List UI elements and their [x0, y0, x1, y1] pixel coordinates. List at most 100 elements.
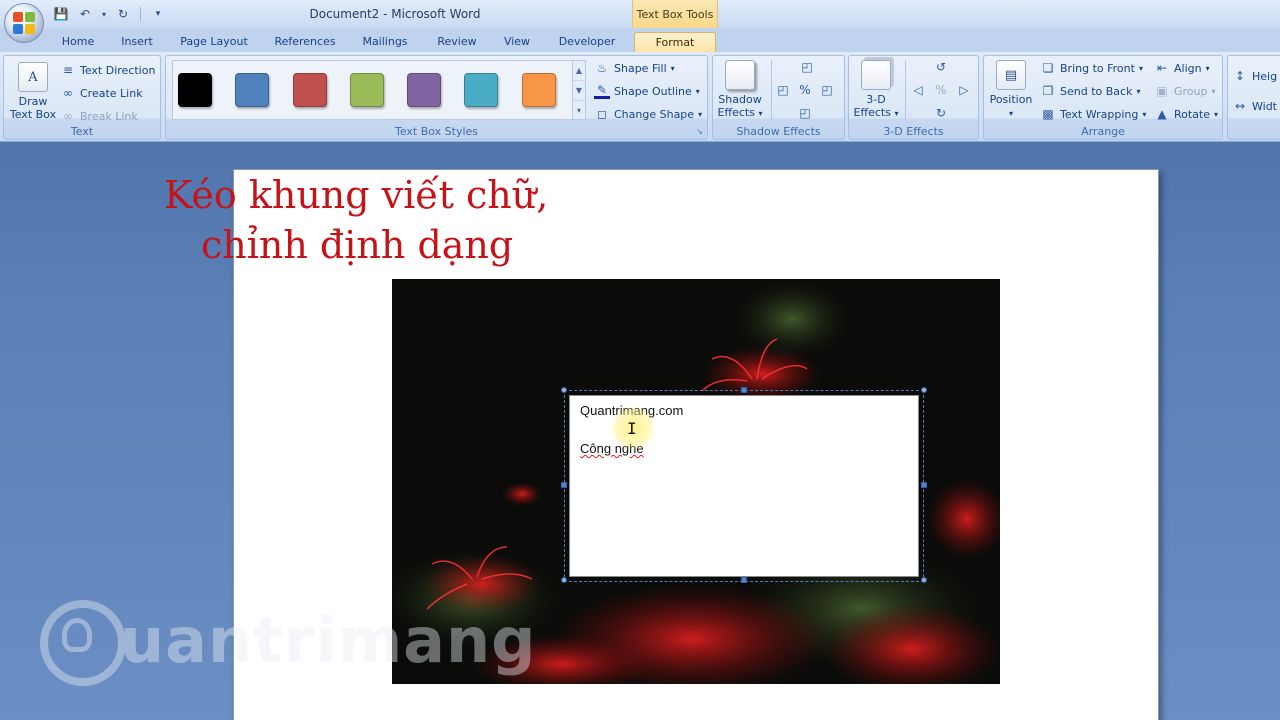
3d-toggle-icon[interactable]: %: [933, 82, 949, 98]
3d-effects-group-label: 3-D Effects: [883, 125, 944, 138]
resize-handle-bottom[interactable]: [741, 577, 747, 583]
group-label: Group: [1174, 84, 1208, 98]
style-swatch-blue[interactable]: [235, 73, 269, 107]
nudge-shadow-right-icon[interactable]: ◰: [819, 82, 835, 98]
lightbulb-icon: [62, 618, 92, 652]
shadow-effects-group-label: Shadow Effects: [736, 125, 821, 138]
bring-to-front-icon: ❏: [1042, 61, 1054, 75]
tilt-up-icon[interactable]: ↺: [933, 59, 949, 75]
tab-format[interactable]: Format: [634, 32, 716, 52]
width-field[interactable]: ↔ Widt: [1232, 98, 1277, 114]
shapes-icon: ◻: [597, 107, 607, 121]
shadow-toggle-icon[interactable]: %: [797, 82, 813, 98]
3d-effects-button[interactable]: 3-D Effects ▾: [851, 60, 901, 120]
text-wrapping-label: Text Wrapping: [1060, 107, 1139, 121]
create-link-label: Create Link: [80, 86, 143, 100]
dialog-launcher-icon[interactable]: ↘: [696, 127, 703, 136]
tab-mailings[interactable]: Mailings: [354, 32, 416, 52]
resize-handle-bottom-right[interactable]: [921, 577, 927, 583]
gallery-down-icon[interactable]: ▼: [573, 81, 585, 101]
break-link-button[interactable]: ∞ Break Link: [60, 108, 138, 124]
tab-references[interactable]: References: [266, 32, 344, 52]
position-button[interactable]: ▤ Position ▾: [986, 60, 1036, 120]
resize-handle-top-right[interactable]: [921, 387, 927, 393]
gallery-up-icon[interactable]: ▲: [573, 61, 585, 81]
text-group: A Draw Text Box ≡ Text Direction ∞ Creat…: [3, 55, 161, 140]
rotate-button[interactable]: ▲ Rotate ▾: [1154, 106, 1218, 122]
style-swatch-red[interactable]: [293, 73, 327, 107]
bring-to-front-button[interactable]: ❏ Bring to Front ▾: [1040, 60, 1143, 76]
office-logo-icon: [13, 12, 35, 34]
align-button[interactable]: ⇤ Align ▾: [1154, 60, 1210, 76]
office-button[interactable]: [4, 3, 44, 43]
resize-handle-top[interactable]: [741, 387, 747, 393]
tab-insert[interactable]: Insert: [112, 32, 162, 52]
text-direction-button[interactable]: ≡ Text Direction: [60, 62, 155, 78]
change-shape-button[interactable]: ◻ Change Shape ▾: [594, 106, 702, 122]
dropdown-arrow-icon: ▾: [698, 109, 703, 119]
text-box-tools-label: Text Box Tools: [632, 0, 718, 28]
shape-fill-button[interactable]: ♨ Shape Fill ▾: [594, 60, 675, 76]
dropdown-arrow-icon: ▾: [1205, 63, 1210, 73]
height-label: Heig: [1252, 69, 1278, 83]
resize-handle-left[interactable]: [561, 482, 567, 488]
resize-handle-right[interactable]: [921, 482, 927, 488]
tab-review[interactable]: Review: [428, 32, 486, 52]
dropdown-arrow-icon: ▾: [1142, 109, 1147, 119]
style-swatch-aqua[interactable]: [464, 73, 498, 107]
rotate-icon: ▲: [1157, 107, 1167, 121]
tilt-right-icon[interactable]: ▷: [956, 82, 972, 98]
break-link-icon: ∞: [63, 109, 73, 123]
position-label: Position: [989, 93, 1033, 106]
3d-cube-icon: [861, 60, 891, 90]
paint-bucket-icon: ♨: [596, 61, 608, 75]
gallery-more-icon[interactable]: ▾: [573, 101, 585, 121]
nudge-shadow-down-icon[interactable]: ◰: [797, 105, 813, 121]
text-wrapping-button[interactable]: ▩ Text Wrapping ▾: [1040, 106, 1146, 122]
rotate-label: Rotate: [1174, 107, 1211, 121]
shadow-effects-button[interactable]: Shadow Effects ▾: [715, 60, 765, 120]
style-swatch-orange[interactable]: [522, 73, 556, 107]
gallery-scrollbar[interactable]: ▲ ▼ ▾: [572, 60, 586, 120]
resize-handle-top-left[interactable]: [561, 387, 567, 393]
pen-icon: ✎: [594, 83, 610, 99]
dropdown-arrow-icon: ▾: [758, 109, 763, 118]
change-shape-label: Change Shape: [614, 107, 695, 121]
draw-text-box-button[interactable]: A Draw Text Box: [8, 62, 58, 121]
text-box-icon: A: [18, 62, 48, 92]
nudge-shadow-up-icon[interactable]: ◰: [799, 59, 815, 75]
tab-page-layout[interactable]: Page Layout: [172, 32, 256, 52]
shadow-effects-group: Shadow Effects ▾ ◰ ◰ % ◰ ◰ Shadow Effect…: [712, 55, 845, 140]
resize-handle-bottom-left[interactable]: [561, 577, 567, 583]
text-wrapping-icon: ▩: [1042, 107, 1054, 121]
arrange-group: ▤ Position ▾ ❏ Bring to Front ▾ ❐ Send t…: [983, 55, 1223, 140]
align-icon: ⇤: [1156, 61, 1168, 75]
dropdown-arrow-icon: ▾: [894, 109, 899, 118]
tab-home[interactable]: Home: [52, 32, 104, 52]
dropdown-arrow-icon: ▾: [1136, 86, 1141, 96]
align-label: Align: [1174, 61, 1202, 75]
shape-outline-label: Shape Outline: [614, 84, 692, 98]
style-swatch-green[interactable]: [350, 73, 384, 107]
style-swatch-black[interactable]: [178, 73, 212, 107]
height-field[interactable]: ↕ Heig: [1232, 68, 1277, 84]
title-bar: 💾 ↶ ▾ ↻ ▾ Document2 - Microsoft Word Tex…: [0, 0, 1280, 28]
group-button[interactable]: ▣ Group ▾: [1154, 83, 1216, 99]
group-icon: ▣: [1156, 84, 1168, 98]
tab-view[interactable]: View: [496, 32, 538, 52]
dropdown-arrow-icon: ▾: [1211, 86, 1216, 96]
tab-developer[interactable]: Developer: [550, 32, 624, 52]
watermark-text: uantrimang: [120, 604, 537, 677]
tilt-left-icon[interactable]: ◁: [910, 82, 926, 98]
shape-outline-button[interactable]: ✎ Shape Outline ▾: [594, 83, 700, 99]
arrange-group-label: Arrange: [1081, 125, 1125, 138]
group-divider: [905, 60, 906, 120]
create-link-button[interactable]: ∞ Create Link: [60, 85, 143, 101]
dropdown-arrow-icon: ▾: [695, 86, 700, 96]
nudge-shadow-left-icon[interactable]: ◰: [775, 82, 791, 98]
send-to-back-button[interactable]: ❐ Send to Back ▾: [1040, 83, 1141, 99]
tilt-down-icon[interactable]: ↻: [933, 105, 949, 121]
shadow-effects-label: Shadow Effects: [717, 93, 762, 119]
tutorial-caption: Kéo khung viết chữ, chỉnh định dạng: [164, 170, 584, 270]
style-swatch-purple[interactable]: [407, 73, 441, 107]
